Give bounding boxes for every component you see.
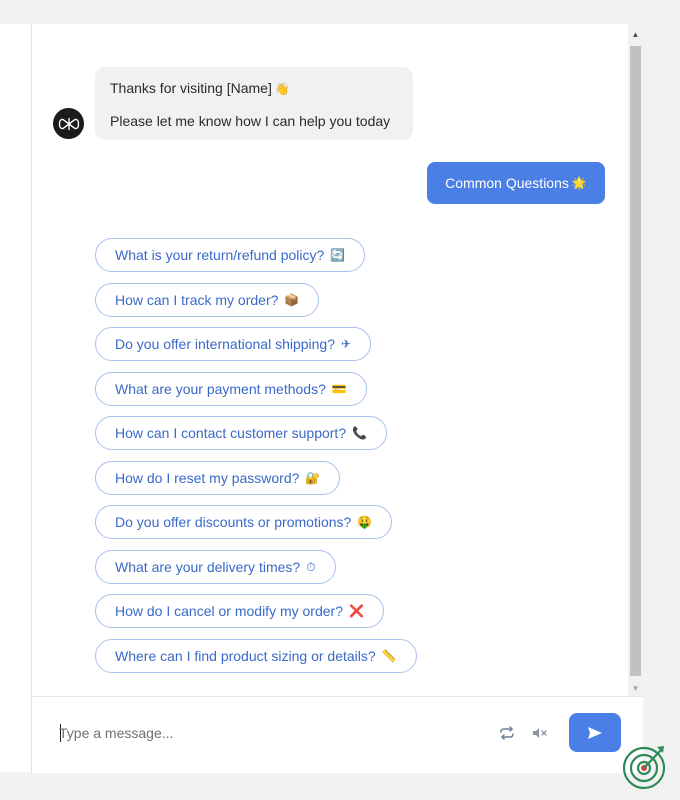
quick-reply-cancel-order[interactable]: How do I cancel or modify my order? ❌ (95, 594, 384, 628)
bot-greeting-text: Thanks for visiting [Name] (110, 80, 272, 96)
quick-reply-discounts[interactable]: Do you offer discounts or promotions? 🤑 (95, 505, 393, 539)
message-scrollbar[interactable]: ▲ ▼ (628, 24, 643, 696)
quick-reply-label: How do I reset my password? (115, 470, 300, 486)
bot-avatar (53, 108, 84, 139)
send-icon (588, 726, 602, 739)
bot-message-line-2: Please let me know how I can help you to… (110, 113, 391, 129)
quick-reply-label: How can I contact customer support? (115, 425, 347, 441)
target-logo-icon (622, 746, 666, 790)
phone-icon: 📞 (352, 426, 368, 440)
credit-card-icon: 💳 (331, 382, 347, 396)
waving-hand-icon: 👋 (274, 82, 290, 96)
user-message-bubble: Common Questions 🌟 (427, 162, 605, 204)
left-panel-edge (0, 24, 32, 772)
scroll-thumb[interactable] (630, 46, 641, 676)
chat-widget-launcher[interactable] (618, 740, 670, 792)
money-face-icon: 🤑 (357, 515, 373, 529)
quick-reply-label: Where can I find product sizing or detai… (115, 648, 376, 664)
quick-reply-payment-methods[interactable]: What are your payment methods? 💳 (95, 372, 367, 406)
quick-reply-contact-support[interactable]: How can I contact customer support? 📞 (95, 416, 388, 450)
mute-button[interactable] (530, 723, 550, 743)
ruler-icon: 📏 (381, 649, 397, 663)
star-icon: 🌟 (571, 176, 587, 190)
bot-message-bubble: Thanks for visiting [Name] 👋 Please let m… (95, 67, 413, 140)
quick-reply-label: What are your delivery times? (115, 559, 301, 575)
cross-mark-icon: ❌ (348, 604, 364, 618)
quick-reply-international-shipping[interactable]: Do you offer international shipping? ✈ (95, 327, 372, 361)
quick-reply-label: Do you offer international shipping? (115, 336, 336, 352)
quick-reply-label: How do I cancel or modify my order? (115, 603, 343, 619)
chat-window: Thanks for visiting [Name] 👋 Please let m… (32, 24, 643, 773)
quick-reply-product-sizing[interactable]: Where can I find product sizing or detai… (95, 639, 417, 673)
scroll-up-arrow-icon[interactable]: ▲ (628, 26, 643, 42)
lock-key-icon: 🔐 (305, 471, 321, 485)
stopwatch-icon: ⏱ (306, 559, 316, 574)
quick-reply-label: Do you offer discounts or promotions? (115, 514, 352, 530)
quick-reply-track-order[interactable]: How can I track my order? 📦 (95, 283, 320, 317)
scroll-down-arrow-icon[interactable]: ▼ (628, 680, 643, 696)
speaker-mute-icon (533, 728, 547, 738)
airplane-icon: ✈ (341, 337, 352, 351)
refresh-arrows-icon: 🔄 (330, 248, 346, 262)
quick-reply-return-policy[interactable]: What is your return/refund policy? 🔄 (95, 238, 366, 272)
quick-reply-delivery-times[interactable]: What are your delivery times? ⏱ (95, 550, 336, 584)
message-list: Thanks for visiting [Name] 👋 Please let m… (32, 24, 628, 696)
package-icon: 📦 (284, 293, 300, 307)
refresh-icon (500, 726, 514, 740)
message-composer (32, 696, 643, 773)
message-input[interactable] (59, 721, 459, 745)
quick-reply-label: What are your payment methods? (115, 381, 326, 397)
bot-avatar-icon (58, 117, 79, 130)
user-message-text: Common Questions (445, 175, 569, 191)
quick-reply-label: How can I track my order? (115, 292, 279, 308)
bot-message-line-1: Thanks for visiting [Name] 👋 (110, 80, 290, 96)
quick-reply-reset-password[interactable]: How do I reset my password? 🔐 (95, 461, 341, 495)
quick-reply-label: What is your return/refund policy? (115, 247, 325, 263)
refresh-button[interactable] (497, 723, 517, 743)
send-button[interactable] (569, 713, 621, 752)
